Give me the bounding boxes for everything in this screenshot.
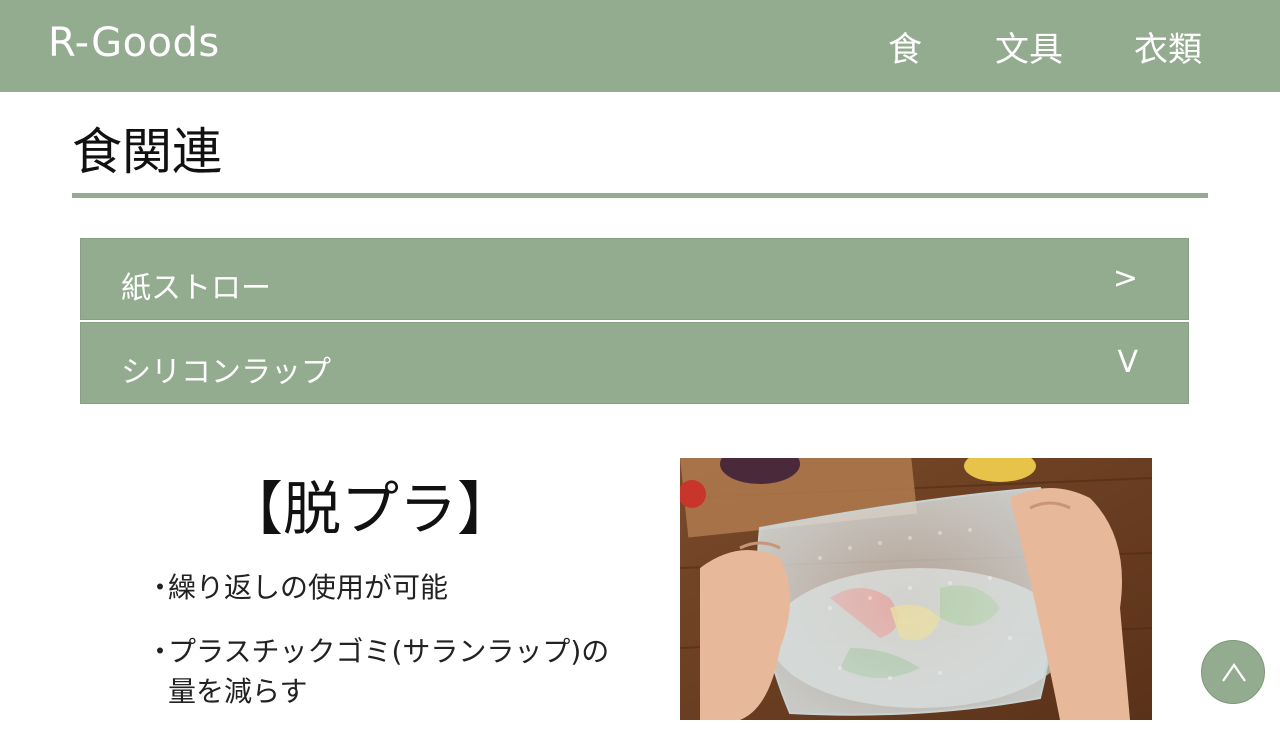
nav-food[interactable]: 食 xyxy=(888,22,922,71)
accordion-label: 紙ストロー xyxy=(121,271,271,306)
product-heading: 【脱プラ】 xyxy=(224,475,515,543)
site-logo[interactable]: R-Goods xyxy=(48,20,220,66)
nav-stationery[interactable]: 文具 xyxy=(995,22,1063,71)
title-divider xyxy=(72,193,1208,198)
chevron-down-icon: V xyxy=(1117,345,1138,380)
accordion-paper-straw[interactable]: 紙ストロー > xyxy=(80,238,1189,320)
product-photo xyxy=(680,458,1152,720)
accordion-silicone-wrap[interactable]: シリコンラップ V xyxy=(80,322,1189,404)
bullet-text: プラスチックゴミ(サランラップ)の量を減らす xyxy=(168,635,610,708)
product-bullets: ・ 繰り返しの使用が可能 ・ プラスチックゴミ(サランラップ)の量を減らす xyxy=(146,568,626,736)
bullet-marker: ・ xyxy=(146,635,175,668)
back-to-top-button[interactable] xyxy=(1201,640,1265,704)
bullet-item: ・ 繰り返しの使用が可能 xyxy=(146,568,626,608)
chevron-right-icon: > xyxy=(1112,261,1138,296)
nav-clothing[interactable]: 衣類 xyxy=(1134,22,1202,71)
site-header: R-Goods 食 文具 衣類 xyxy=(0,0,1280,92)
bullet-marker: ・ xyxy=(146,571,175,604)
page-title: 食関連 xyxy=(72,123,222,181)
accordion-label: シリコンラップ xyxy=(121,355,331,390)
bullet-item: ・ プラスチックゴミ(サランラップ)の量を減らす xyxy=(146,632,626,712)
chevron-up-icon xyxy=(1222,663,1246,682)
bullet-text: 繰り返しの使用が可能 xyxy=(168,571,449,604)
